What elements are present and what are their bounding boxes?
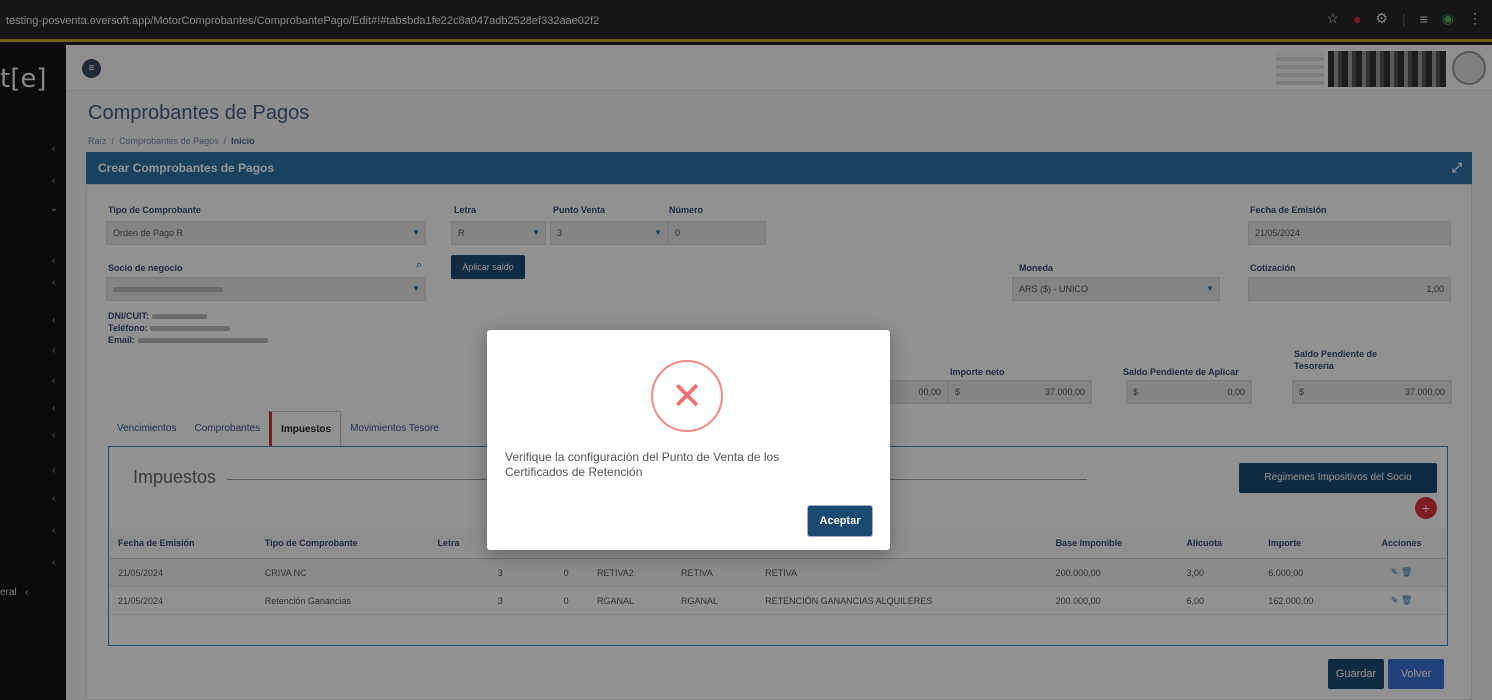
error-dialog: ✕ Verifique la configuración del Punto d… [487,330,890,550]
error-icon: ✕ [651,360,723,432]
accept-button[interactable]: Aceptar [808,506,872,536]
error-message: Verifique la configuración del Punto de … [505,450,780,479]
close-x-icon: ✕ [671,374,703,418]
